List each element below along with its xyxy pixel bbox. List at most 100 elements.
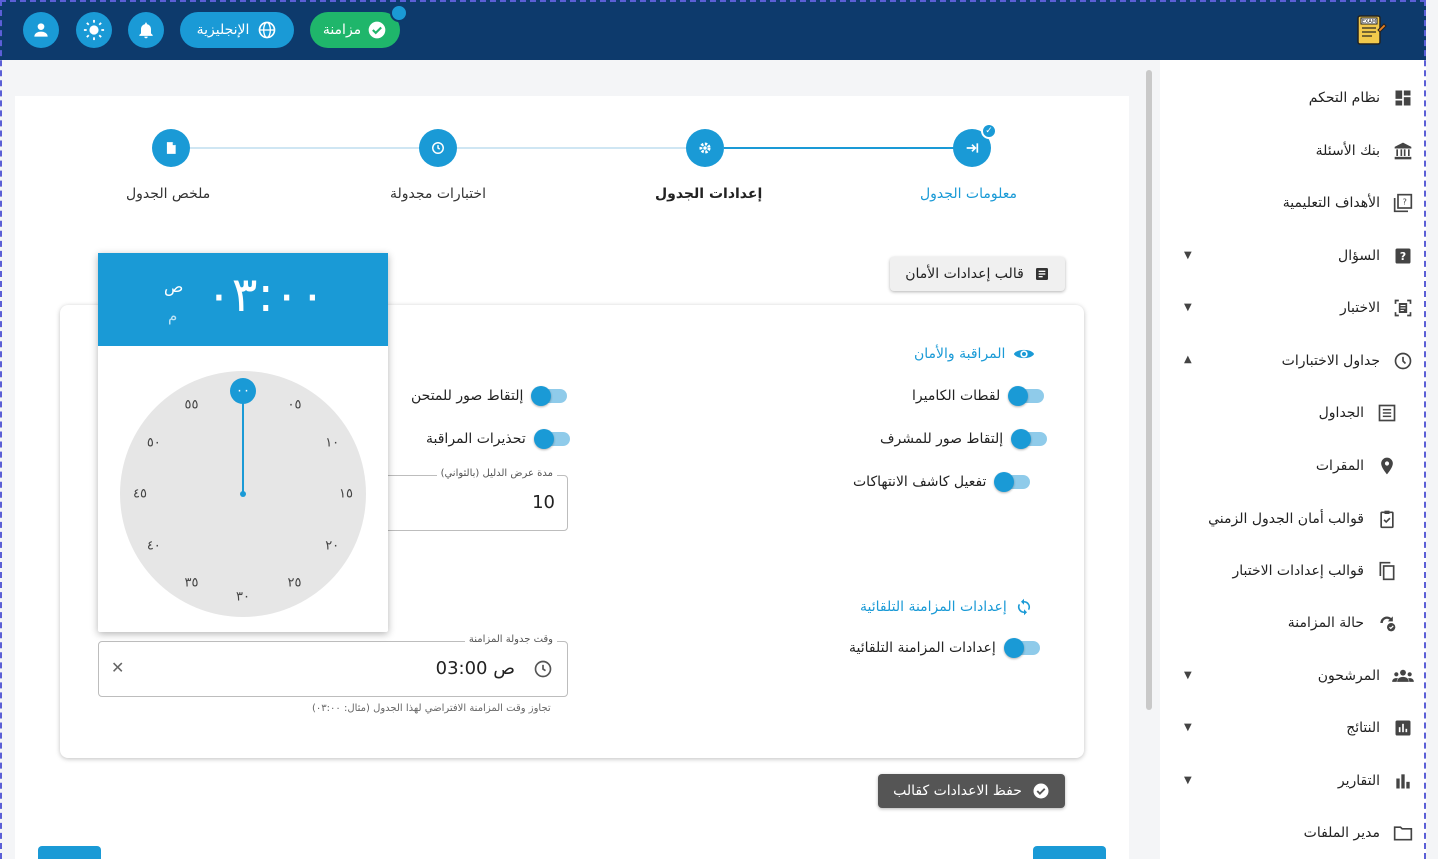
- sidebar-item-file-manager[interactable]: مدير الملفات: [1304, 818, 1414, 848]
- step-scheduled-exams[interactable]: [419, 129, 457, 167]
- language-label: الإنجليزية: [196, 22, 250, 38]
- supervisor-photos-label: إلتقاط صور للمشرف: [880, 431, 1004, 447]
- candidate-photos-toggle-row[interactable]: إلتقاط صور للمتحن: [411, 386, 568, 406]
- schedules-collapse-icon[interactable]: ▲: [1184, 354, 1192, 365]
- auto-sync-toggle-row[interactable]: إعدادات المزامنة التلقائية: [849, 638, 1040, 658]
- sidebar-item-results[interactable]: النتائج: [1346, 713, 1414, 743]
- next-button[interactable]: [1033, 846, 1106, 859]
- proctor-warnings-toggle[interactable]: [533, 429, 570, 449]
- save-as-template-button[interactable]: حفظ الاعدادات كقالب: [878, 774, 1065, 808]
- clock-minute-8[interactable]: ٤٠: [147, 538, 161, 553]
- proctor-warnings-toggle-row[interactable]: تحذيرات المراقبة: [426, 429, 570, 449]
- supervisor-photos-toggle-row[interactable]: إلتقاط صور للمشرف: [880, 429, 1048, 449]
- sidebar-item-question[interactable]: السؤال ?: [1338, 241, 1414, 271]
- sync-schedule-time-field[interactable]: وقت جدولة المزامنة 03:00 ص ✕: [98, 634, 568, 697]
- theme-toggle-icon[interactable]: [76, 12, 112, 48]
- sidebar-item-venues[interactable]: المقرات: [1316, 451, 1398, 481]
- user-icon[interactable]: [23, 12, 59, 48]
- reports-expand-icon[interactable]: ▼: [1184, 775, 1192, 786]
- clock-minute-10[interactable]: ٥٠: [147, 435, 161, 450]
- question-icon: ?: [1392, 245, 1414, 267]
- clock-minute-2[interactable]: ١٠: [325, 435, 339, 450]
- step-label[interactable]: إعدادات الجدول: [655, 186, 762, 202]
- sync-button[interactable]: مزامنة: [310, 4, 408, 48]
- sidebar-item-label: جداول الاختبارات: [1281, 353, 1380, 369]
- globe-icon: [259, 21, 276, 39]
- sidebar-item-question-bank[interactable]: بنك الأسئلة: [1316, 136, 1414, 166]
- violation-detector-toggle[interactable]: [994, 472, 1031, 492]
- clock-dial[interactable]: ٠٠ ٠٥ ١٠ ١٥ ٢٠ ٢٥ ٣٠ ٣٥ ٤٠ ٤٥ ٥٠ ٥٥: [120, 371, 366, 617]
- step-schedule-settings[interactable]: [686, 129, 724, 167]
- step-schedule-info[interactable]: ✓: [953, 123, 997, 167]
- sidebar-scrollbar[interactable]: [1146, 70, 1152, 710]
- supervisor-photos-toggle[interactable]: [1011, 429, 1048, 449]
- sidebar-item-exam[interactable]: الاختبار: [1340, 293, 1414, 323]
- violation-detector-toggle-row[interactable]: تفعيل كاشف الانتهاكات: [853, 472, 1031, 492]
- dashboard-icon: [1392, 87, 1414, 109]
- clock-minute-11[interactable]: ٥٥: [185, 397, 199, 412]
- results-expand-icon[interactable]: ▼: [1184, 722, 1192, 733]
- exam-expand-icon[interactable]: ▼: [1184, 302, 1192, 313]
- sidebar-item-objectives[interactable]: الأهداف التعليمية ?: [1283, 188, 1414, 218]
- sync-icon: [1017, 598, 1030, 616]
- sidebar-item-dashboard[interactable]: نظام التحكم: [1309, 83, 1414, 113]
- clock-minute-6[interactable]: ٣٠: [236, 590, 250, 605]
- svg-text:?: ?: [1402, 197, 1406, 207]
- clear-icon[interactable]: ✕: [111, 658, 124, 677]
- sidebar-item-reports[interactable]: التقارير: [1338, 766, 1414, 796]
- guide-duration-field[interactable]: مدة عرض الدليل (بالثواني) 10: [360, 468, 568, 531]
- bank-icon: [1392, 140, 1414, 162]
- sync-section-title: إعدادات المزامنة التلقائية: [860, 598, 1033, 616]
- candidates-expand-icon[interactable]: ▼: [1184, 670, 1192, 681]
- question-expand-icon[interactable]: ▼: [1184, 250, 1192, 261]
- previous-button[interactable]: [38, 846, 101, 859]
- auto-sync-toggle[interactable]: [1003, 638, 1040, 658]
- language-button[interactable]: الإنجليزية: [180, 12, 294, 48]
- clock-minute-5[interactable]: ٢٥: [288, 576, 302, 591]
- clock-minute-7[interactable]: ٣٥: [185, 576, 199, 591]
- exam-icon: [1392, 297, 1414, 319]
- auto-sync-label: إعدادات المزامنة التلقائية: [849, 640, 996, 656]
- security-section-title: المراقبة والأمان: [914, 346, 1035, 362]
- sidebar-item-sync-status[interactable]: حالة المزامنة: [1288, 608, 1398, 638]
- sidebar-item-schedules[interactable]: الجداول: [1319, 398, 1398, 428]
- app-logo[interactable]: EXAM: [1352, 12, 1388, 48]
- sidebar-item-exam-settings-templates[interactable]: قوالب إعدادات الاختبار: [1232, 556, 1398, 586]
- sync-label: مزامنة: [322, 22, 362, 38]
- clock-minute-9[interactable]: ٤٥: [133, 487, 147, 502]
- sidebar-item-exam-schedules[interactable]: جداول الاختبارات: [1282, 346, 1414, 376]
- guide-duration-label: مدة عرض الدليل (بالثواني): [436, 468, 557, 479]
- sidebar-item-label: قوالب أمان الجدول الزمني: [1208, 511, 1364, 527]
- clock-minute-3[interactable]: ١٥: [339, 487, 353, 502]
- step-label[interactable]: اختبارات مجدولة: [390, 186, 486, 202]
- am-toggle[interactable]: ص: [164, 277, 183, 296]
- sidebar-item-label: الأهداف التعليمية: [1282, 195, 1380, 211]
- bell-icon[interactable]: [128, 12, 164, 48]
- step-schedule-summary[interactable]: [152, 129, 190, 167]
- sidebar-item-label: نظام التحكم: [1308, 90, 1380, 106]
- camera-snapshots-toggle[interactable]: [1008, 386, 1045, 406]
- gear-icon: [699, 142, 711, 154]
- clock-minute-0[interactable]: ٠٠: [236, 384, 250, 399]
- sidebar-item-label: مدير الملفات: [1303, 825, 1380, 841]
- step-label[interactable]: ملخص الجدول: [126, 186, 210, 202]
- objectives-icon: ?: [1392, 192, 1414, 214]
- clock-minute-1[interactable]: ٠٥: [288, 397, 302, 412]
- camera-snapshots-toggle-row[interactable]: لقطات الكاميرا: [912, 386, 1045, 406]
- sidebar-item-label: الجداول: [1318, 405, 1364, 421]
- sidebar-item-security-templates[interactable]: قوالب أمان الجدول الزمني: [1208, 504, 1398, 534]
- sidebar-item-candidates[interactable]: المرشحون: [1318, 661, 1414, 691]
- clock-icon: [1392, 350, 1414, 372]
- security-template-button[interactable]: قالب إعدادات الأمان: [890, 257, 1065, 291]
- pm-toggle[interactable]: م: [168, 307, 177, 325]
- step-label[interactable]: معلومات الجدول: [920, 186, 1017, 202]
- candidate-photos-toggle[interactable]: [531, 386, 568, 406]
- clock-minute-4[interactable]: ٢٠: [325, 538, 339, 553]
- chart-box-icon: [1392, 717, 1414, 739]
- camera-snapshots-label: لقطات الكاميرا: [912, 388, 1001, 404]
- sync-indicator-dot: [390, 4, 408, 22]
- guide-duration-value: 10: [532, 492, 555, 513]
- time-picker-display[interactable]: ٠٣:٠٠: [206, 267, 325, 323]
- clock-icon[interactable]: [533, 659, 553, 679]
- eye-icon: [1014, 349, 1035, 359]
